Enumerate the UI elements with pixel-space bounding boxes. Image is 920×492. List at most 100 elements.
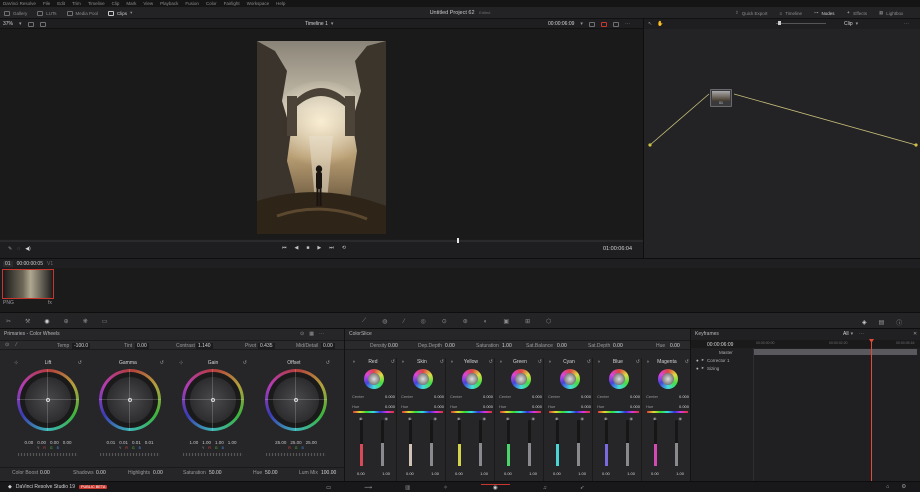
eye-icon[interactable]: ◉ [679,416,683,421]
slice-toggle-icon[interactable]: ◑ [548,359,551,365]
reset-icon[interactable]: ⊙ [300,331,304,337]
hue-value[interactable]: 0.000 [483,404,493,409]
offset-master-slider[interactable] [266,453,326,456]
offset-wheel[interactable] [265,369,327,431]
reverse-icon[interactable]: ◀ [295,245,299,251]
hue-value[interactable]: 0.000 [532,404,542,409]
wheel-toggle-icon[interactable]: ⊹ [179,360,183,366]
node-mode-select[interactable]: Clip [844,21,853,27]
slice-saturation-slider[interactable] [479,420,482,466]
reset-icon[interactable]: ↺ [391,359,395,365]
density-value[interactable]: 0.00 [388,343,398,349]
hand-icon[interactable]: ✋ [657,21,663,27]
slice-density-slider[interactable] [458,420,461,466]
menu-item-edit[interactable]: Edit [57,1,65,6]
center-value[interactable]: 0.000 [532,394,542,399]
slice-saturation-slider[interactable] [675,420,678,466]
lift-handle[interactable] [46,398,50,402]
first-frame-icon[interactable]: ⏮ [282,245,287,251]
gain-master-slider[interactable] [183,453,243,456]
menu-item-fairlight[interactable]: Fairlight [224,1,240,6]
expand-icon[interactable]: ▸ [702,365,704,371]
menu-item-file[interactable]: File [43,1,50,6]
hue-spectrum-bar[interactable] [549,411,590,413]
slice-density-slider[interactable] [360,420,363,466]
nodes-button[interactable]: ⊶ Nodes [814,10,835,16]
color-page-icon[interactable]: ◉ [480,484,510,491]
lum-mix-value[interactable]: 100.00 [321,470,336,476]
highlights-value[interactable]: 0.00 [153,470,163,476]
center-value[interactable]: 0.000 [581,394,591,399]
slice-toggle-icon[interactable]: ◑ [352,359,355,365]
corrector-node[interactable]: 01 [710,89,732,107]
close-icon[interactable]: ✕ [913,331,917,337]
scopes-icon[interactable]: ▤ [879,319,885,326]
color-picker-icon[interactable]: ⊙ [5,342,9,348]
reset-icon[interactable]: ↺ [587,359,591,365]
reset-icon[interactable]: ↺ [160,360,164,366]
pivot-value[interactable]: 0.435 [258,343,275,349]
keyframe-row-sizing[interactable]: ● ▸ Sizing [691,364,753,372]
slice-saturation-slider[interactable] [381,420,384,466]
more-icon[interactable]: ⋯ [625,21,630,27]
temp-value[interactable]: -100.0 [72,343,91,349]
center-value[interactable]: 0.000 [679,394,689,399]
eye-icon[interactable]: ◉ [532,416,536,421]
timeline-select[interactable]: Timeline 1 [305,21,328,27]
magic-mask-icon[interactable]: ⊛ [463,318,468,325]
menu-item-davinci-resolve[interactable]: DaVinci Resolve [3,1,36,6]
keyframe-row-master[interactable]: Master [691,348,753,356]
more-icon[interactable]: ⋯ [859,331,864,337]
reset-icon[interactable]: ↺ [538,359,542,365]
lift-master-slider[interactable] [18,453,78,456]
center-value[interactable]: 0.000 [434,394,444,399]
edit-page-icon[interactable]: ▥ [405,485,410,491]
hue-spectrum-bar[interactable] [598,411,639,413]
slice-wheel[interactable] [412,369,433,389]
hue-spectrum-bar[interactable] [353,411,394,413]
slice-density-slider[interactable] [556,420,559,466]
tint-value[interactable]: 0.00 [135,343,149,349]
hue-value[interactable]: 0.000 [679,404,689,409]
split-view-icon[interactable] [27,21,34,27]
fairlight-page-icon[interactable]: ♫ [543,485,547,491]
loop-icon[interactable] [612,21,619,27]
gamma-master-slider[interactable] [100,453,160,456]
reset-icon[interactable]: ↺ [685,359,689,365]
camera-raw-icon[interactable]: ✂ [6,318,11,325]
hue-value[interactable]: 0.000 [385,404,395,409]
keyframe-filter-select[interactable]: All [843,331,849,337]
reset-icon[interactable]: ↺ [440,359,444,365]
slice-toggle-icon[interactable]: ◑ [597,359,600,365]
menu-item-mark[interactable]: Mark [126,1,136,6]
highlight-icon[interactable] [600,21,607,27]
menu-item-clip[interactable]: Clip [112,1,120,6]
info-icon[interactable]: ⓘ [896,318,902,327]
tracker-icon[interactable]: ⊙ [442,318,447,325]
center-value[interactable]: 0.000 [483,394,493,399]
cut-page-icon[interactable]: ⟿ [364,485,372,491]
slice-saturation-slider[interactable] [430,420,433,466]
settings-icon[interactable]: ⚙ [901,484,906,490]
reset-icon[interactable]: ↺ [78,360,82,366]
menu-item-color[interactable]: Color [206,1,217,6]
speaker-icon[interactable]: ◀) [25,246,31,252]
hue-value[interactable]: 0.000 [630,404,640,409]
hue-value[interactable]: 0.000 [581,404,591,409]
media-page-icon[interactable]: ▭ [326,485,331,491]
keyframes-icon[interactable]: ◈ [862,319,867,326]
menu-item-help[interactable]: Help [276,1,285,6]
hue-spectrum-bar[interactable] [647,411,688,413]
gamma-handle[interactable] [128,398,132,402]
keyframe-row-corrector[interactable]: ● ▸ Corrector 1 [691,356,753,364]
slice-wheel[interactable] [657,369,678,389]
grid-icon[interactable]: ▦ [309,331,314,337]
eye-icon[interactable]: ◉ [385,416,389,421]
keyframe-playhead[interactable] [871,339,872,481]
slice-density-slider[interactable] [654,420,657,466]
slice-wheel[interactable] [608,369,629,389]
sat-depth-value[interactable]: 0.00 [613,343,623,349]
wheel-toggle-icon[interactable]: ⊹ [14,360,18,366]
last-frame-icon[interactable]: ⏭ [329,245,334,251]
color-picker-icon[interactable]: ◌ [17,246,20,252]
